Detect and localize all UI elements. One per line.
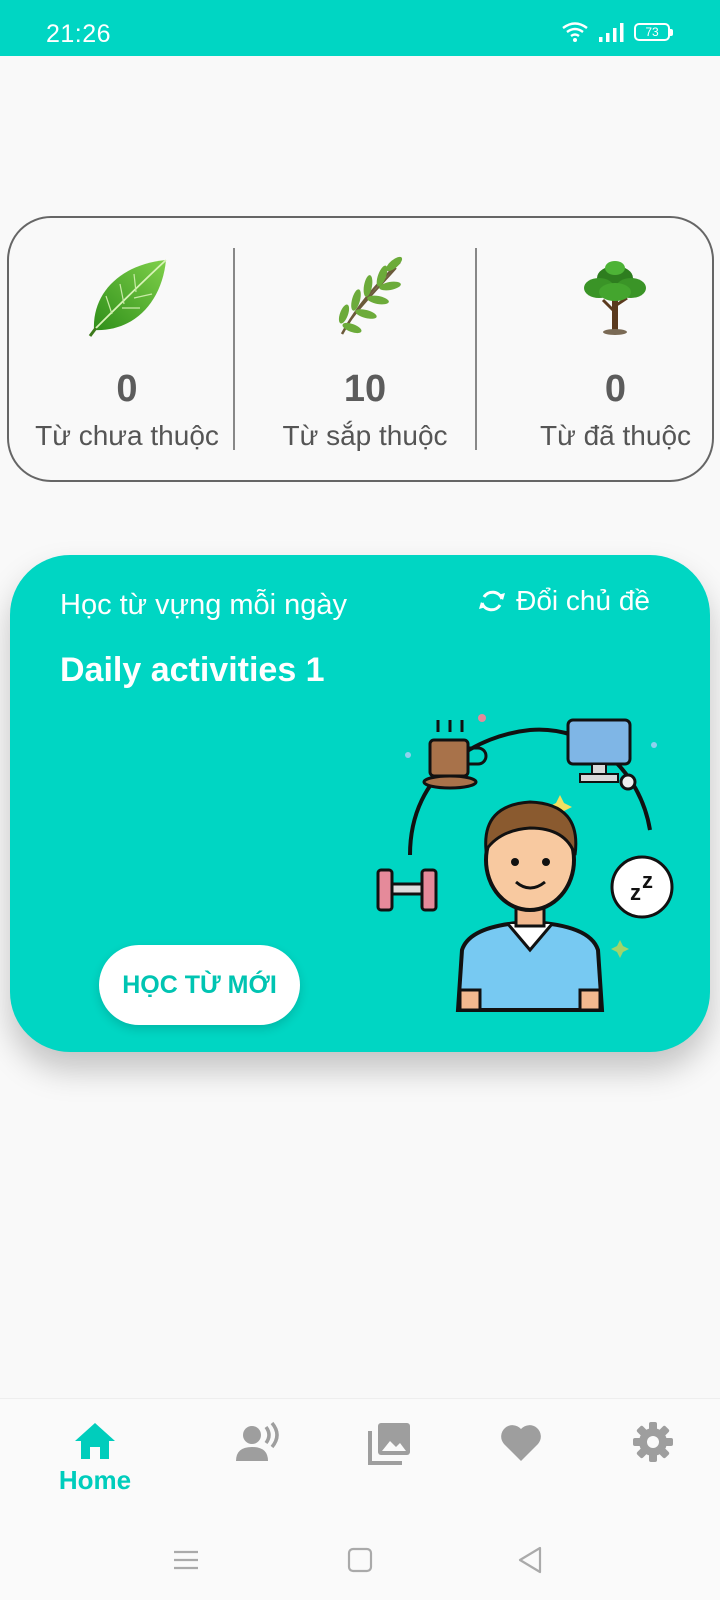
svg-text:z: z <box>642 868 653 893</box>
change-topic-label: Đổi chủ đề <box>516 585 650 616</box>
gear-icon <box>633 1422 673 1462</box>
computer-icon <box>566 718 637 791</box>
daily-subtitle: Học từ vựng mỗi ngày <box>60 589 348 621</box>
system-navigation-bar <box>0 1520 720 1600</box>
stat-label: Từ sắp thuộc <box>282 420 448 451</box>
divider <box>233 248 235 450</box>
stat-learned[interactable]: 0 Từ đã thuộc <box>485 218 716 480</box>
refresh-icon <box>479 590 506 612</box>
word-stats-card: 0 Từ chưa thuộc 10 Từ sắp thuộc 0 Từ đã … <box>7 216 714 482</box>
sprig-icon <box>338 256 403 335</box>
nav-item-settings[interactable] <box>598 1421 708 1501</box>
leaf-icon <box>88 259 167 337</box>
change-topic-button[interactable]: Đổi chủ đề <box>476 585 650 617</box>
wifi-icon <box>562 22 588 42</box>
stat-value: 0 <box>604 368 627 410</box>
nav-home-label: Home <box>58 1465 132 1495</box>
daily-vocab-card: Học từ vựng mỗi ngày Đổi chủ đề Daily ac… <box>10 555 710 1052</box>
svg-text:z: z <box>630 880 641 905</box>
person-avatar <box>455 800 605 1012</box>
learn-new-words-button[interactable]: HỌC TỪ MỚI <box>99 945 300 1025</box>
coffee-cup-icon <box>422 720 488 790</box>
nav-item-speaking[interactable] <box>203 1421 313 1501</box>
stat-label: Từ chưa thuộc <box>35 420 219 451</box>
divider <box>475 248 477 450</box>
stat-learning[interactable]: 10 Từ sắp thuộc <box>245 218 485 480</box>
speak-icon <box>236 1421 279 1461</box>
battery-icon: 73 <box>634 23 673 41</box>
topic-title: Daily activities 1 <box>60 651 325 689</box>
status-icons: 73 <box>562 22 673 42</box>
back-icon[interactable] <box>510 1540 550 1580</box>
stat-unlearned[interactable]: 0 Từ chưa thuộc <box>9 218 245 480</box>
stat-label: Từ đã thuộc <box>539 420 692 451</box>
stat-value: 10 <box>343 368 387 410</box>
menu-icon[interactable] <box>166 1540 206 1580</box>
dumbbell-icon <box>376 868 438 912</box>
home-square-icon[interactable] <box>340 1540 380 1580</box>
nav-item-favorites[interactable] <box>466 1421 576 1501</box>
heart-icon <box>501 1425 541 1461</box>
status-time: 21:26 <box>46 20 112 48</box>
gallery-icon <box>368 1423 410 1465</box>
daily-activities-illustration: z z <box>376 714 674 1012</box>
tree-icon <box>583 261 646 335</box>
bottom-navigation: Home <box>0 1398 720 1520</box>
stat-value: 0 <box>116 368 138 410</box>
home-icon <box>75 1423 115 1459</box>
signal-icon <box>599 23 624 42</box>
status-bar: 21:26 73 <box>0 0 720 56</box>
sleep-bubble-icon: z z <box>610 855 674 919</box>
nav-item-gallery[interactable] <box>335 1421 445 1501</box>
nav-item-home[interactable]: Home <box>40 1421 150 1501</box>
